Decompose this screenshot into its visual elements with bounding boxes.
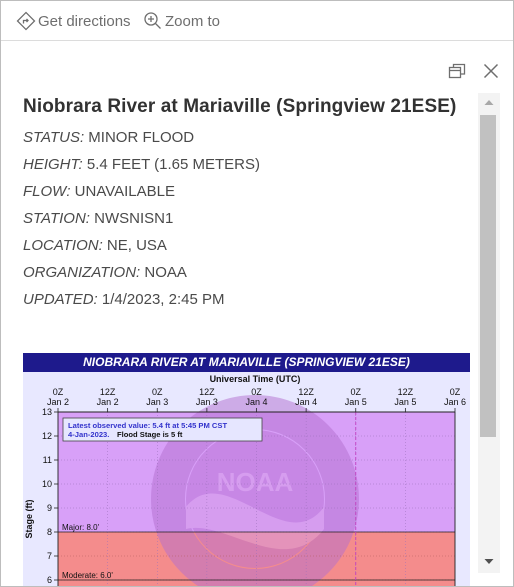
scroll-up-arrow-icon[interactable] [478,93,500,111]
y-tick-label: 13 [42,407,52,417]
annotation-date: 4-Jan-2023. [68,430,109,439]
field-key: FLOW: [23,183,71,200]
hydrograph-plot: Universal Time (UTC) NOAA Major: 8.0' Mod… [24,374,466,586]
y-tick-label: 9 [47,503,52,513]
field-status: STATUS: MINOR FLOOD [23,129,194,146]
field-key: STATUS: [23,129,85,146]
x-tick-label-date: Jan 4 [245,397,267,407]
field-organization: ORGANIZATION: NOAA [23,264,187,281]
x-tick-label-date: Jan 5 [394,397,416,407]
annotation-line1: Latest observed value: 5.4 ft at 5:45 PM… [68,421,227,430]
hydrograph-chart: NIOBRARA RIVER AT MARIAVILLE (SPRINGVIEW… [23,353,470,586]
x-tick-label-date: Jan 3 [146,397,168,407]
get-directions-label: Get directions [38,12,131,30]
scroll-down-arrow-icon[interactable] [478,553,500,571]
y-tick-label: 8 [47,527,52,537]
threshold-label: Moderate: 6.0' [62,571,113,580]
dock-icon[interactable] [447,61,467,81]
y-tick-label: 10 [42,479,52,489]
field-updated: UPDATED: 1/4/2023, 2:45 PM [23,291,225,308]
x-tick-label-date: Jan 5 [345,397,367,407]
popup-panel: Get directions Zoom to Niobrara River at… [0,0,514,587]
field-key: ORGANIZATION: [23,264,141,281]
annotation-flood-stage: Flood Stage is 5 ft [117,430,183,439]
get-directions-button[interactable]: Get directions [16,10,131,32]
field-key: HEIGHT: [23,156,83,173]
scrollbar-thumb[interactable] [480,115,496,437]
x-tick-label-time: 0Z [152,387,163,397]
field-station: STATION: NWSNISN1 [23,210,173,227]
directions-icon [16,11,36,31]
y-tick-label: 12 [42,431,52,441]
field-key: STATION: [23,210,90,227]
field-value: 1/4/2023, 2:45 PM [101,291,225,308]
x-tick-label-date: Jan 2 [47,397,69,407]
y-tick-label: 6 [47,575,52,585]
field-value: MINOR FLOOD [88,129,195,146]
y-tick-label: 11 [43,455,52,465]
zoom-to-label: Zoom to [165,12,221,30]
x-tick-label-time: 0Z [53,387,64,397]
field-height: HEIGHT: 5.4 FEET (1.65 METERS) [23,156,260,173]
action-bar: Get directions Zoom to [1,1,513,41]
content-scrollbar[interactable] [478,93,500,573]
latest-value-annotation: Latest observed value: 5.4 ft at 5:45 PM… [62,417,263,442]
field-value: 5.4 FEET (1.65 METERS) [86,156,261,173]
field-value: NOAA [144,264,187,281]
field-value: NE, USA [106,237,167,254]
x-tick-label-time: 12Z [100,387,116,397]
x-tick-label-time: 0Z [251,387,262,397]
y-axis-label: Stage (ft) [24,500,34,539]
x-tick-label-time: 12Z [298,387,314,397]
x-tick-label-date: Jan 3 [196,397,218,407]
x-tick-label-time: 12Z [199,387,215,397]
x-tick-label-time: 0Z [350,387,361,397]
x-tick-label-date: Jan 4 [295,397,317,407]
top-axis-label: Universal Time (UTC) [210,374,301,384]
field-value: UNAVAILABLE [74,183,175,200]
x-tick-label-time: 0Z [450,387,461,397]
field-value: NWSNISN1 [94,210,174,227]
y-tick-label: 7 [47,551,52,561]
x-tick-label-date: Jan 2 [97,397,119,407]
field-flow: FLOW: UNAVAILABLE [23,183,175,200]
field-key: UPDATED: [23,291,98,308]
field-key: LOCATION: [23,237,103,254]
close-icon[interactable] [481,61,501,81]
watermark-text: NOAA [217,467,294,497]
field-location: LOCATION: NE, USA [23,237,167,254]
x-tick-label-time: 12Z [398,387,414,397]
threshold-label: Major: 8.0' [62,523,100,532]
feature-title: Niobrara River at Mariaville (Springview… [23,96,457,117]
x-tick-label-date: Jan 6 [444,397,466,407]
zoom-to-button[interactable]: Zoom to [143,10,220,32]
zoom-in-icon [144,12,161,29]
